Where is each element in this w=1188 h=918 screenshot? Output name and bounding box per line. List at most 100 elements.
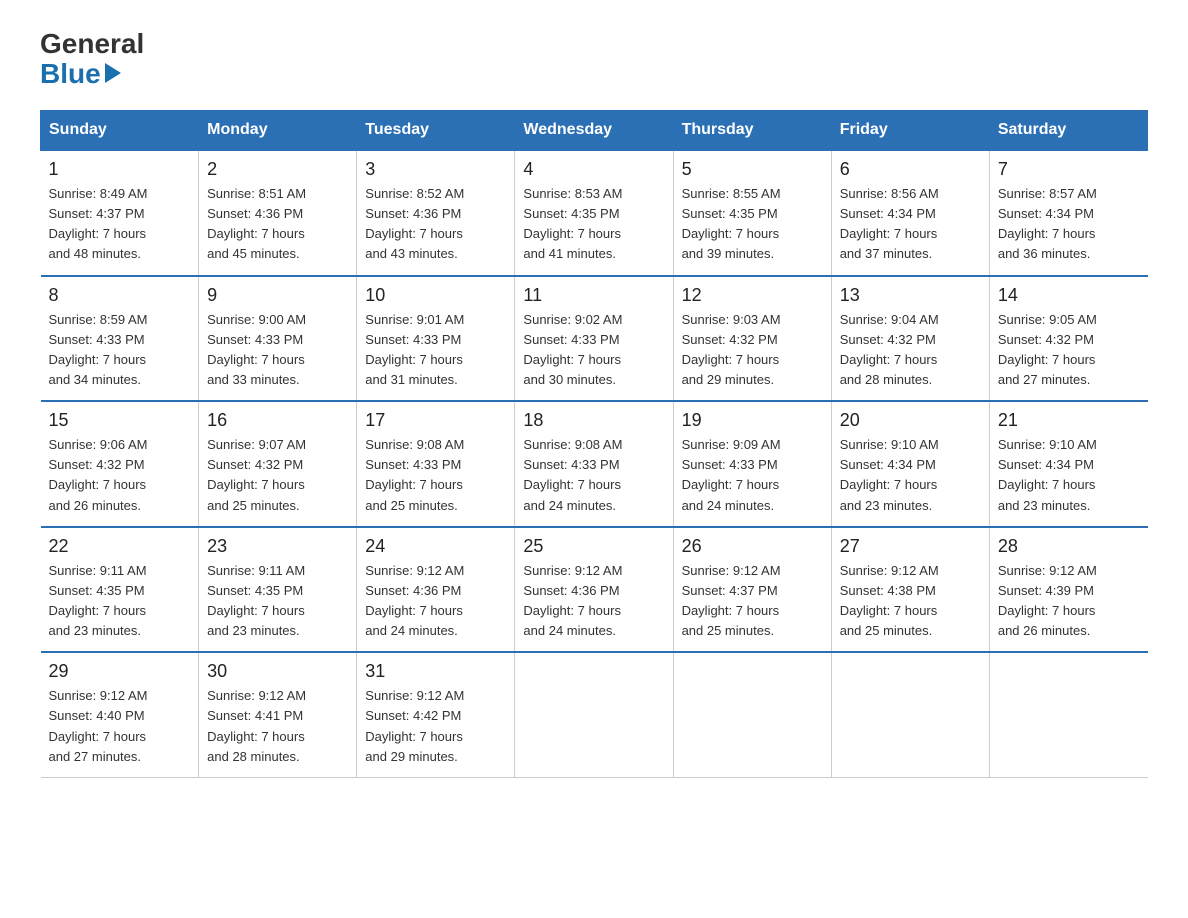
- day-info: Sunrise: 8:51 AMSunset: 4:36 PMDaylight:…: [207, 184, 348, 265]
- day-info: Sunrise: 9:12 AMSunset: 4:42 PMDaylight:…: [365, 686, 506, 767]
- day-number: 9: [207, 285, 348, 306]
- calendar-cell: 23 Sunrise: 9:11 AMSunset: 4:35 PMDaylig…: [199, 527, 357, 653]
- calendar-cell: [831, 652, 989, 777]
- day-number: 23: [207, 536, 348, 557]
- day-info: Sunrise: 9:11 AMSunset: 4:35 PMDaylight:…: [207, 561, 348, 642]
- calendar-cell: 16 Sunrise: 9:07 AMSunset: 4:32 PMDaylig…: [199, 401, 357, 527]
- calendar-cell: 6 Sunrise: 8:56 AMSunset: 4:34 PMDayligh…: [831, 150, 989, 276]
- day-number: 28: [998, 536, 1140, 557]
- day-info: Sunrise: 9:12 AMSunset: 4:39 PMDaylight:…: [998, 561, 1140, 642]
- calendar-cell: 30 Sunrise: 9:12 AMSunset: 4:41 PMDaylig…: [199, 652, 357, 777]
- logo: General Blue: [40, 30, 144, 90]
- day-number: 8: [49, 285, 191, 306]
- day-number: 26: [682, 536, 823, 557]
- calendar-cell: 2 Sunrise: 8:51 AMSunset: 4:36 PMDayligh…: [199, 150, 357, 276]
- day-info: Sunrise: 9:12 AMSunset: 4:41 PMDaylight:…: [207, 686, 348, 767]
- calendar-cell: [673, 652, 831, 777]
- calendar-cell: 7 Sunrise: 8:57 AMSunset: 4:34 PMDayligh…: [989, 150, 1147, 276]
- day-number: 1: [49, 159, 191, 180]
- day-number: 17: [365, 410, 506, 431]
- day-info: Sunrise: 8:56 AMSunset: 4:34 PMDaylight:…: [840, 184, 981, 265]
- day-number: 19: [682, 410, 823, 431]
- calendar-header-row: SundayMondayTuesdayWednesdayThursdayFrid…: [41, 111, 1148, 151]
- day-number: 13: [840, 285, 981, 306]
- day-number: 18: [523, 410, 664, 431]
- day-info: Sunrise: 8:57 AMSunset: 4:34 PMDaylight:…: [998, 184, 1140, 265]
- day-number: 4: [523, 159, 664, 180]
- calendar-cell: 14 Sunrise: 9:05 AMSunset: 4:32 PMDaylig…: [989, 276, 1147, 402]
- day-number: 14: [998, 285, 1140, 306]
- day-number: 21: [998, 410, 1140, 431]
- calendar-cell: [515, 652, 673, 777]
- calendar-cell: 25 Sunrise: 9:12 AMSunset: 4:36 PMDaylig…: [515, 527, 673, 653]
- day-info: Sunrise: 9:02 AMSunset: 4:33 PMDaylight:…: [523, 310, 664, 391]
- calendar-cell: 3 Sunrise: 8:52 AMSunset: 4:36 PMDayligh…: [357, 150, 515, 276]
- day-info: Sunrise: 9:03 AMSunset: 4:32 PMDaylight:…: [682, 310, 823, 391]
- calendar-header-monday: Monday: [199, 111, 357, 151]
- day-info: Sunrise: 9:10 AMSunset: 4:34 PMDaylight:…: [998, 435, 1140, 516]
- calendar-week-row: 29 Sunrise: 9:12 AMSunset: 4:40 PMDaylig…: [41, 652, 1148, 777]
- calendar-header-tuesday: Tuesday: [357, 111, 515, 151]
- day-number: 25: [523, 536, 664, 557]
- day-info: Sunrise: 9:09 AMSunset: 4:33 PMDaylight:…: [682, 435, 823, 516]
- day-info: Sunrise: 9:12 AMSunset: 4:38 PMDaylight:…: [840, 561, 981, 642]
- day-number: 12: [682, 285, 823, 306]
- day-info: Sunrise: 9:12 AMSunset: 4:37 PMDaylight:…: [682, 561, 823, 642]
- page-header: General Blue: [40, 30, 1148, 90]
- calendar-cell: 11 Sunrise: 9:02 AMSunset: 4:33 PMDaylig…: [515, 276, 673, 402]
- calendar-cell: 8 Sunrise: 8:59 AMSunset: 4:33 PMDayligh…: [41, 276, 199, 402]
- day-info: Sunrise: 9:04 AMSunset: 4:32 PMDaylight:…: [840, 310, 981, 391]
- day-number: 20: [840, 410, 981, 431]
- day-number: 24: [365, 536, 506, 557]
- day-info: Sunrise: 9:06 AMSunset: 4:32 PMDaylight:…: [49, 435, 191, 516]
- calendar-cell: 28 Sunrise: 9:12 AMSunset: 4:39 PMDaylig…: [989, 527, 1147, 653]
- day-number: 30: [207, 661, 348, 682]
- calendar-cell: 20 Sunrise: 9:10 AMSunset: 4:34 PMDaylig…: [831, 401, 989, 527]
- day-number: 7: [998, 159, 1140, 180]
- day-info: Sunrise: 9:08 AMSunset: 4:33 PMDaylight:…: [365, 435, 506, 516]
- logo-blue-line: Blue: [40, 58, 121, 90]
- calendar-cell: 9 Sunrise: 9:00 AMSunset: 4:33 PMDayligh…: [199, 276, 357, 402]
- calendar-cell: 31 Sunrise: 9:12 AMSunset: 4:42 PMDaylig…: [357, 652, 515, 777]
- day-number: 6: [840, 159, 981, 180]
- day-info: Sunrise: 9:12 AMSunset: 4:36 PMDaylight:…: [523, 561, 664, 642]
- calendar-cell: 27 Sunrise: 9:12 AMSunset: 4:38 PMDaylig…: [831, 527, 989, 653]
- day-info: Sunrise: 9:00 AMSunset: 4:33 PMDaylight:…: [207, 310, 348, 391]
- day-info: Sunrise: 9:08 AMSunset: 4:33 PMDaylight:…: [523, 435, 664, 516]
- calendar-cell: 18 Sunrise: 9:08 AMSunset: 4:33 PMDaylig…: [515, 401, 673, 527]
- calendar-header-thursday: Thursday: [673, 111, 831, 151]
- day-info: Sunrise: 9:12 AMSunset: 4:36 PMDaylight:…: [365, 561, 506, 642]
- day-number: 27: [840, 536, 981, 557]
- calendar-header-wednesday: Wednesday: [515, 111, 673, 151]
- day-number: 29: [49, 661, 191, 682]
- calendar-cell: 4 Sunrise: 8:53 AMSunset: 4:35 PMDayligh…: [515, 150, 673, 276]
- day-number: 2: [207, 159, 348, 180]
- logo-general-text: General: [40, 30, 144, 58]
- calendar-header-saturday: Saturday: [989, 111, 1147, 151]
- day-number: 31: [365, 661, 506, 682]
- day-info: Sunrise: 8:53 AMSunset: 4:35 PMDaylight:…: [523, 184, 664, 265]
- calendar-cell: 1 Sunrise: 8:49 AMSunset: 4:37 PMDayligh…: [41, 150, 199, 276]
- logo-blue-word: Blue: [40, 58, 101, 90]
- calendar-cell: [989, 652, 1147, 777]
- day-info: Sunrise: 9:12 AMSunset: 4:40 PMDaylight:…: [49, 686, 191, 767]
- calendar-cell: 12 Sunrise: 9:03 AMSunset: 4:32 PMDaylig…: [673, 276, 831, 402]
- day-number: 10: [365, 285, 506, 306]
- day-info: Sunrise: 8:59 AMSunset: 4:33 PMDaylight:…: [49, 310, 191, 391]
- calendar-cell: 15 Sunrise: 9:06 AMSunset: 4:32 PMDaylig…: [41, 401, 199, 527]
- calendar-cell: 10 Sunrise: 9:01 AMSunset: 4:33 PMDaylig…: [357, 276, 515, 402]
- day-info: Sunrise: 8:52 AMSunset: 4:36 PMDaylight:…: [365, 184, 506, 265]
- day-number: 16: [207, 410, 348, 431]
- logo-triangle-icon: [105, 63, 121, 83]
- day-info: Sunrise: 8:49 AMSunset: 4:37 PMDaylight:…: [49, 184, 191, 265]
- day-info: Sunrise: 9:01 AMSunset: 4:33 PMDaylight:…: [365, 310, 506, 391]
- day-number: 15: [49, 410, 191, 431]
- day-info: Sunrise: 9:05 AMSunset: 4:32 PMDaylight:…: [998, 310, 1140, 391]
- day-number: 5: [682, 159, 823, 180]
- day-info: Sunrise: 9:07 AMSunset: 4:32 PMDaylight:…: [207, 435, 348, 516]
- day-info: Sunrise: 9:10 AMSunset: 4:34 PMDaylight:…: [840, 435, 981, 516]
- calendar-cell: 29 Sunrise: 9:12 AMSunset: 4:40 PMDaylig…: [41, 652, 199, 777]
- calendar-week-row: 22 Sunrise: 9:11 AMSunset: 4:35 PMDaylig…: [41, 527, 1148, 653]
- day-info: Sunrise: 9:11 AMSunset: 4:35 PMDaylight:…: [49, 561, 191, 642]
- calendar-header-friday: Friday: [831, 111, 989, 151]
